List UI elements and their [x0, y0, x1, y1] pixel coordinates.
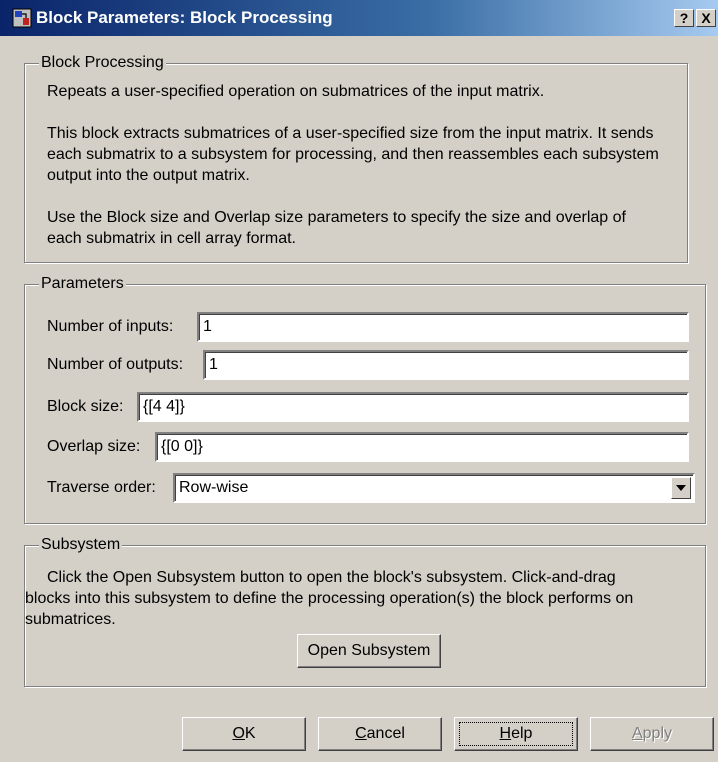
traverse-order-label: Traverse order:	[47, 479, 156, 496]
title-bar[interactable]: Block Parameters: Block Processing ? X	[0, 0, 718, 36]
description-line-4: output into the output matrix.	[47, 167, 250, 184]
simulink-block-icon	[12, 8, 32, 28]
number-of-outputs-label: Number of outputs:	[47, 356, 184, 373]
block-size-label: Block size:	[47, 398, 124, 415]
number-of-outputs-field[interactable]: 1	[203, 350, 689, 380]
help-button[interactable]: Help	[454, 717, 578, 751]
traverse-order-select[interactable]: Row-wise	[173, 473, 695, 503]
number-of-inputs-label: Number of inputs:	[47, 318, 174, 335]
subsystem-line-2: blocks into this subsystem to define the…	[25, 590, 634, 607]
overlap-size-field[interactable]: {[0 0]}	[155, 432, 689, 462]
dropdown-button[interactable]	[671, 477, 691, 499]
description-line-1: Repeats a user-specified operation on su…	[47, 83, 545, 100]
block-processing-group: Block Processing Repeats a user-specifie…	[24, 53, 688, 263]
parameters-group: Parameters Number of inputs: 1 Number of…	[24, 274, 706, 524]
subsystem-group: Subsystem Click the Open Subsystem butto…	[24, 535, 706, 687]
apply-button[interactable]: Apply	[590, 717, 714, 751]
block-processing-legend: Block Processing	[39, 53, 166, 73]
window-title: Block Parameters: Block Processing	[36, 8, 333, 27]
subsystem-line-3: submatrices.	[25, 611, 116, 628]
overlap-size-label: Overlap size:	[47, 438, 141, 455]
cancel-mnemonic: C	[355, 725, 367, 742]
parameters-legend: Parameters	[39, 274, 126, 294]
ok-label-rest: K	[244, 725, 256, 742]
block-size-field[interactable]: {[4 4]}	[137, 392, 689, 422]
apply-mnemonic: A	[631, 725, 643, 742]
help-title-button[interactable]: ?	[674, 9, 694, 27]
ok-button[interactable]: OK	[182, 717, 306, 751]
number-of-inputs-field[interactable]: 1	[197, 312, 689, 342]
subsystem-line-1: Click the Open Subsystem button to open …	[47, 569, 616, 586]
description-line-6: each submatrix in cell array format.	[47, 230, 296, 247]
close-button[interactable]: X	[696, 9, 716, 27]
cancel-button[interactable]: Cancel	[318, 717, 442, 751]
ok-mnemonic: O	[232, 725, 245, 742]
open-subsystem-button[interactable]: Open Subsystem	[297, 634, 441, 668]
chevron-down-icon	[676, 485, 686, 491]
apply-label-rest: pply	[642, 725, 673, 742]
description-line-5: Use the Block size and Overlap size para…	[47, 209, 626, 226]
cancel-label-rest: ancel	[366, 725, 405, 742]
focus-rectangle	[459, 722, 573, 746]
description-line-2: This block extracts submatrices of a use…	[47, 125, 654, 142]
traverse-order-value: Row-wise	[179, 479, 249, 496]
subsystem-legend: Subsystem	[39, 535, 123, 555]
description-line-3: each submatrix to a subsystem for proces…	[47, 146, 659, 163]
